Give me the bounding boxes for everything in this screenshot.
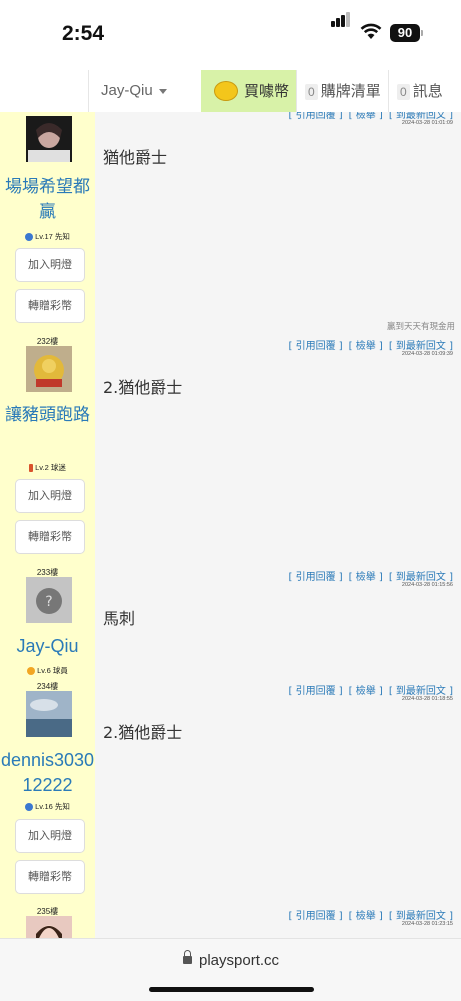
- add-spotlight-button[interactable]: 加入明燈: [15, 479, 85, 513]
- add-spotlight-button[interactable]: 加入明燈: [15, 819, 85, 853]
- report-link[interactable]: [ 檢舉 ]: [349, 572, 383, 583]
- post-item: 235樓 [ 引用回覆 ][ 檢舉 ][ 到最新回文 ] 2024-03-28 …: [0, 903, 461, 938]
- author-level-label: Lv.2 球迷: [35, 463, 66, 472]
- author-level: Lv.16 先知: [0, 801, 95, 812]
- battery-icon: 90: [390, 24, 420, 42]
- author-name[interactable]: dennis303012222: [0, 748, 95, 798]
- gift-coins-button[interactable]: 轉贈彩幣: [15, 860, 85, 894]
- author-name[interactable]: 讓豬頭跑路: [0, 403, 95, 428]
- post-author-panel: 233樓 ? Jay-Qiu Lv.6 球員: [0, 564, 95, 678]
- author-level-label: Lv.6 球員: [37, 666, 68, 675]
- author-name[interactable]: Jay-Qiu: [0, 634, 95, 659]
- lock-icon: [183, 950, 192, 964]
- author-level: Lv.6 球員: [0, 665, 95, 676]
- post-author-panel: 232樓 讓豬頭跑路 Lv.2 球迷 加入明燈 轉贈彩幣: [0, 333, 95, 564]
- post-author-panel: 234樓 dennis303012222 Lv.16 先知 加入明燈 轉贈彩幣: [0, 678, 95, 903]
- wifi-icon: [360, 23, 382, 39]
- user-menu-label: Jay-Qiu: [101, 82, 153, 99]
- cart-label: 購牌清單: [320, 82, 381, 100]
- post-author-panel: 235樓: [0, 903, 95, 938]
- status-bar: 2:54 90: [0, 0, 461, 70]
- post-item: 233樓 ? Jay-Qiu Lv.6 球員 [ 引用回覆 ][ 檢舉 ][ 到…: [0, 564, 461, 679]
- messages-count-badge: 0: [397, 84, 410, 100]
- post-actions: [ 引用回覆 ][ 檢舉 ][ 到最新回文 ]: [282, 907, 453, 922]
- author-level: Lv.2 球迷: [0, 462, 95, 473]
- post-timestamp: 2024-03-28 01:09:39: [401, 351, 453, 357]
- avatar: [26, 916, 72, 938]
- post-actions: [ 引用回覆 ][ 檢舉 ][ 到最新回文 ]: [282, 682, 453, 697]
- author-level: Lv.17 先知: [0, 231, 95, 242]
- home-indicator: [149, 987, 314, 992]
- report-link[interactable]: [ 檢舉 ]: [349, 341, 383, 352]
- buy-coins-button[interactable]: 買噱幣: [201, 70, 296, 112]
- messages-button[interactable]: 0 訊息: [388, 70, 461, 112]
- post-timestamp: 2024-03-28 01:23:15: [401, 921, 453, 927]
- user-menu[interactable]: Jay-Qiu: [88, 70, 201, 112]
- report-link[interactable]: [ 檢舉 ]: [349, 911, 383, 922]
- quote-reply-link[interactable]: [ 引用回覆 ]: [288, 686, 342, 697]
- add-spotlight-button[interactable]: 加入明燈: [15, 248, 85, 282]
- post-timestamp: 2024-03-28 01:15:56: [401, 582, 453, 588]
- svg-text:?: ?: [45, 594, 52, 610]
- post-content: 2.猶他爵士: [103, 378, 183, 397]
- author-level-label: Lv.17 先知: [35, 232, 70, 241]
- post-item: 234樓 dennis303012222 Lv.16 先知 加入明燈 轉贈彩幣 …: [0, 678, 461, 904]
- post-actions: [ 引用回覆 ][ 檢舉 ][ 到最新回文 ]: [282, 337, 453, 352]
- caret-down-icon: [158, 88, 167, 94]
- author-name[interactable]: 場場希望都贏: [0, 175, 95, 225]
- cart-button[interactable]: 0 購牌清單: [296, 70, 388, 112]
- cart-count-badge: 0: [305, 84, 318, 100]
- quote-reply-link[interactable]: [ 引用回覆 ]: [288, 572, 342, 583]
- author-level-label: Lv.16 先知: [35, 802, 70, 811]
- avatar: [26, 691, 72, 737]
- browser-address-bar[interactable]: playsport.cc: [0, 938, 461, 1001]
- site-top-nav: Jay-Qiu 買噱幣 0 購牌清單 0 訊息: [0, 70, 461, 113]
- post-content: 猶他爵士: [103, 148, 168, 167]
- gift-coins-button[interactable]: 轉贈彩幣: [15, 520, 85, 554]
- battery-tip: [421, 30, 423, 36]
- post-item: 場場希望都贏 Lv.17 先知 加入明燈 轉贈彩幣 [ 引用回覆 ] [ 檢舉 ]…: [0, 112, 461, 334]
- post-timestamp: 2024-03-28 01:01:09: [401, 120, 453, 126]
- coin-icon: [214, 80, 238, 101]
- signature-text: 贏到天天有現金用: [386, 322, 455, 332]
- post-item: 232樓 讓豬頭跑路 Lv.2 球迷 加入明燈 轉贈彩幣 [ 引用回覆 ] [ 檢…: [0, 333, 461, 565]
- status-time: 2:54: [62, 22, 105, 45]
- avatar: [26, 116, 72, 162]
- buy-coins-label: 買噱幣: [244, 82, 290, 100]
- post-actions: [ 引用回覆 ][ 檢舉 ][ 到最新回文 ]: [282, 568, 453, 583]
- post-timestamp: 2024-03-28 01:18:55: [401, 696, 453, 702]
- post-content: 馬刺: [103, 609, 136, 628]
- quote-reply-link[interactable]: [ 引用回覆 ]: [288, 341, 342, 352]
- post-content: 2.猶他爵士: [103, 723, 183, 742]
- report-link[interactable]: [ 檢舉 ]: [349, 686, 383, 697]
- avatar: ?: [26, 577, 72, 623]
- messages-label: 訊息: [412, 82, 443, 100]
- quote-reply-link[interactable]: [ 引用回覆 ]: [288, 112, 342, 121]
- url-text[interactable]: playsport.cc: [199, 952, 279, 969]
- report-link[interactable]: [ 檢舉 ]: [349, 112, 383, 121]
- avatar: [26, 346, 72, 392]
- post-author-panel: 場場希望都贏 Lv.17 先知 加入明燈 轉贈彩幣: [0, 112, 95, 333]
- quote-reply-link[interactable]: [ 引用回覆 ]: [288, 911, 342, 922]
- gift-coins-button[interactable]: 轉贈彩幣: [15, 289, 85, 323]
